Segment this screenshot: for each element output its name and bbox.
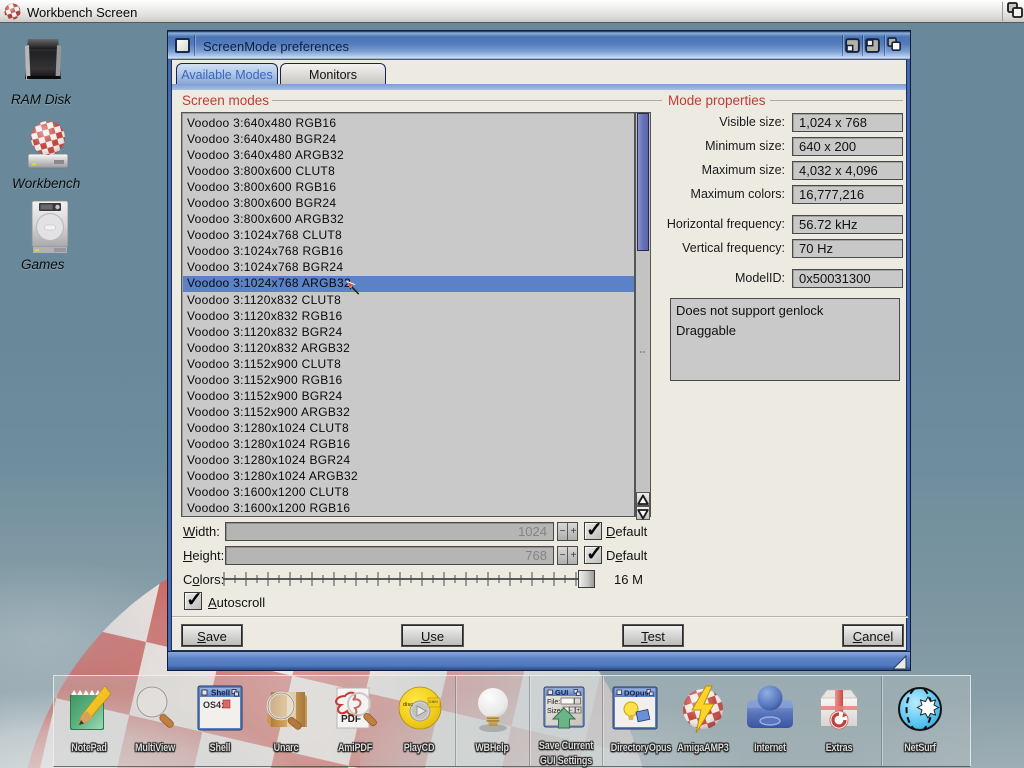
svg-text:-: -: [570, 708, 572, 714]
svg-text:+: +: [577, 708, 581, 714]
svg-text:3 MIN: 3 MIN: [429, 700, 438, 704]
svg-text:disc: disc: [403, 702, 413, 708]
svg-text:Shell: Shell: [211, 689, 230, 698]
svg-text:GUI: GUI: [555, 688, 568, 697]
svg-text:OS4:: OS4:: [203, 700, 224, 710]
svg-text:DOpus: DOpus: [624, 689, 649, 698]
svg-text:File:: File:: [547, 699, 560, 706]
